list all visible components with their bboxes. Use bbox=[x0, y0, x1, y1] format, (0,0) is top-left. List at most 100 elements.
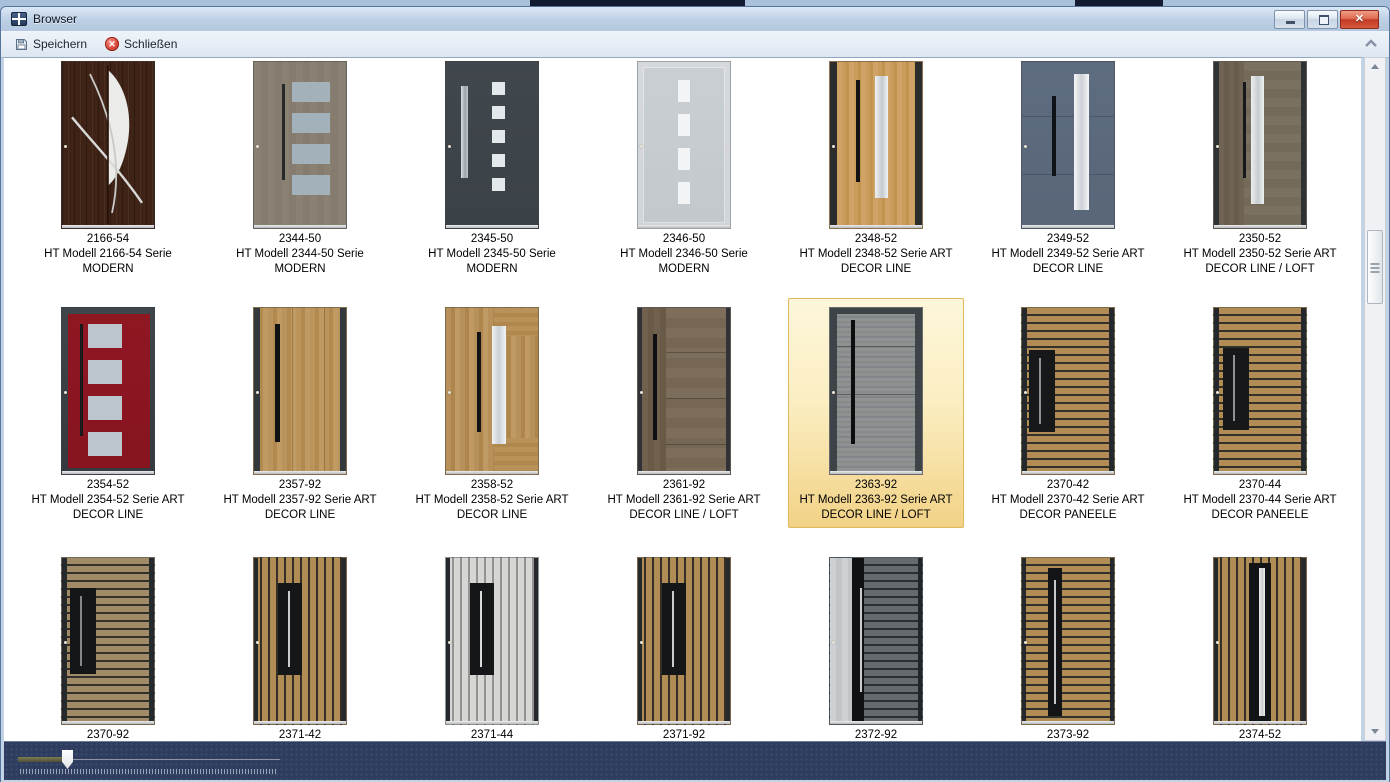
door-code: 2374-52 bbox=[1173, 728, 1347, 741]
scroll-up-button[interactable] bbox=[1365, 58, 1385, 75]
save-button[interactable]: Speichern bbox=[9, 35, 95, 53]
door-tile[interactable]: 2374-52 bbox=[1172, 554, 1348, 741]
door-thumbnail bbox=[61, 557, 155, 725]
door-model-name: HT Modell 2350-52 Serie ART bbox=[1173, 247, 1347, 262]
door-caption: 2374-52 bbox=[1173, 728, 1347, 741]
door-tile[interactable]: 2370-42 HT Modell 2370-42 Serie ART DECO… bbox=[980, 298, 1156, 528]
thumbnail-size-slider[interactable] bbox=[18, 747, 280, 775]
door-tile[interactable]: 2373-92 bbox=[980, 554, 1156, 741]
door-thumbnail bbox=[637, 557, 731, 725]
collapse-toolbar-button[interactable] bbox=[1363, 37, 1379, 51]
door-series: DECOR LINE / LOFT bbox=[1173, 262, 1347, 277]
door-tile[interactable]: 2372-92 bbox=[788, 554, 964, 741]
door-tile[interactable]: 2166-54 HT Modell 2166-54 Serie MODERN bbox=[20, 58, 196, 282]
door-tile[interactable]: 2357-92 HT Modell 2357-92 Serie ART DECO… bbox=[212, 298, 388, 528]
door-thumbnail bbox=[637, 61, 731, 229]
door-code: 2354-52 bbox=[21, 478, 195, 493]
door-code: 2344-50 bbox=[213, 232, 387, 247]
window-title: Browser bbox=[33, 12, 77, 26]
door-catalog: 2166-54 HT Modell 2166-54 Serie MODERN 2… bbox=[4, 57, 1361, 741]
door-series: MODERN bbox=[597, 262, 771, 277]
door-thumbnail bbox=[1021, 557, 1115, 725]
minimize-button[interactable] bbox=[1274, 10, 1305, 29]
door-caption: 2350-52 HT Modell 2350-52 Serie ART DECO… bbox=[1173, 232, 1347, 277]
door-thumbnail bbox=[829, 61, 923, 229]
door-series: DECOR LINE bbox=[21, 508, 195, 523]
vertical-scrollbar[interactable] bbox=[1364, 57, 1386, 741]
door-grid-row: 2166-54 HT Modell 2166-54 Serie MODERN 2… bbox=[12, 58, 1361, 282]
door-model-name: HT Modell 2363-92 Serie ART bbox=[789, 493, 963, 508]
door-tile[interactable]: 2370-92 bbox=[20, 554, 196, 741]
door-caption: 2344-50 HT Modell 2344-50 Serie MODERN bbox=[213, 232, 387, 277]
slider-thumb[interactable] bbox=[62, 750, 73, 769]
door-tile-selected[interactable]: 2363-92 HT Modell 2363-92 Serie ART DECO… bbox=[788, 298, 964, 528]
door-grid: 2166-54 HT Modell 2166-54 Serie MODERN 2… bbox=[4, 58, 1361, 741]
browser-window-icon bbox=[11, 12, 27, 26]
slider-ticks bbox=[20, 769, 278, 774]
door-tile[interactable]: 2348-52 HT Modell 2348-52 Serie ART DECO… bbox=[788, 58, 964, 282]
door-caption: 2166-54 HT Modell 2166-54 Serie MODERN bbox=[21, 232, 195, 277]
door-thumbnail bbox=[1213, 307, 1307, 475]
door-code: 2371-44 bbox=[405, 728, 579, 741]
door-series: DECOR LINE bbox=[981, 262, 1155, 277]
door-tile[interactable]: 2371-42 bbox=[212, 554, 388, 741]
door-code: 2371-92 bbox=[597, 728, 771, 741]
door-model-name: HT Modell 2348-52 Serie ART bbox=[789, 247, 963, 262]
door-tile[interactable]: 2350-52 HT Modell 2350-52 Serie ART DECO… bbox=[1172, 58, 1348, 282]
door-tile[interactable]: 2344-50 HT Modell 2344-50 Serie MODERN bbox=[212, 58, 388, 282]
door-code: 2166-54 bbox=[21, 232, 195, 247]
door-tile[interactable]: 2349-52 HT Modell 2349-52 Serie ART DECO… bbox=[980, 58, 1156, 282]
close-window-button[interactable]: ✕ bbox=[1340, 10, 1379, 29]
door-thumbnail bbox=[61, 307, 155, 475]
door-caption: 2370-42 HT Modell 2370-42 Serie ART DECO… bbox=[981, 478, 1155, 523]
door-tile[interactable]: 2354-52 HT Modell 2354-52 Serie ART DECO… bbox=[20, 298, 196, 528]
close-button[interactable]: ✕ Schließen bbox=[99, 35, 185, 53]
door-thumbnail bbox=[1213, 61, 1307, 229]
door-caption: 2370-44 HT Modell 2370-44 Serie ART DECO… bbox=[1173, 478, 1347, 523]
door-code: 2357-92 bbox=[213, 478, 387, 493]
door-tile[interactable]: 2370-44 HT Modell 2370-44 Serie ART DECO… bbox=[1172, 298, 1348, 528]
door-code: 2372-92 bbox=[789, 728, 963, 741]
door-tile[interactable]: 2371-92 bbox=[596, 554, 772, 741]
door-code: 2345-50 bbox=[405, 232, 579, 247]
door-tile[interactable]: 2358-52 HT Modell 2358-52 Serie ART DECO… bbox=[404, 298, 580, 528]
door-thumbnail bbox=[829, 307, 923, 475]
door-caption: 2348-52 HT Modell 2348-52 Serie ART DECO… bbox=[789, 232, 963, 277]
restore-icon bbox=[1319, 15, 1329, 25]
door-thumbnail bbox=[445, 557, 539, 725]
toolbar: Speichern ✕ Schließen bbox=[1, 31, 1389, 58]
door-series: DECOR PANEELE bbox=[1173, 508, 1347, 523]
restore-button[interactable] bbox=[1307, 10, 1338, 29]
scroll-down-button[interactable] bbox=[1365, 723, 1385, 740]
door-code: 2348-52 bbox=[789, 232, 963, 247]
door-series: DECOR LINE / LOFT bbox=[597, 508, 771, 523]
door-caption: 2361-92 HT Modell 2361-92 Serie ART DECO… bbox=[597, 478, 771, 523]
scrollbar-thumb[interactable] bbox=[1367, 230, 1383, 304]
door-caption: 2371-44 bbox=[405, 728, 579, 741]
door-series: DECOR LINE / LOFT bbox=[789, 508, 963, 523]
arrow-up-icon bbox=[1371, 64, 1379, 69]
browser-window: Browser ✕ Speichern ✕ Schließen bbox=[0, 6, 1390, 782]
minimize-icon bbox=[1286, 21, 1295, 24]
door-tile[interactable]: 2371-44 bbox=[404, 554, 580, 741]
door-code: 2370-44 bbox=[1173, 478, 1347, 493]
door-thumbnail bbox=[1213, 557, 1307, 725]
save-button-label: Speichern bbox=[33, 37, 87, 51]
door-thumbnail bbox=[445, 61, 539, 229]
door-tile[interactable]: 2361-92 HT Modell 2361-92 Serie ART DECO… bbox=[596, 298, 772, 528]
door-code: 2370-92 bbox=[21, 728, 195, 741]
door-caption: 2357-92 HT Modell 2357-92 Serie ART DECO… bbox=[213, 478, 387, 523]
door-tile[interactable]: 2345-50 HT Modell 2345-50 Serie MODERN bbox=[404, 58, 580, 282]
door-thumbnail bbox=[61, 61, 155, 229]
door-code: 2346-50 bbox=[597, 232, 771, 247]
door-model-name: HT Modell 2354-52 Serie ART bbox=[21, 493, 195, 508]
door-tile[interactable]: 2346-50 HT Modell 2346-50 Serie MODERN bbox=[596, 58, 772, 282]
door-caption: 2354-52 HT Modell 2354-52 Serie ART DECO… bbox=[21, 478, 195, 523]
door-caption: 2358-52 HT Modell 2358-52 Serie ART DECO… bbox=[405, 478, 579, 523]
title-bar: Browser ✕ bbox=[1, 7, 1389, 31]
door-thumbnail bbox=[1021, 307, 1115, 475]
door-thumbnail bbox=[253, 557, 347, 725]
door-model-name: HT Modell 2370-42 Serie ART bbox=[981, 493, 1155, 508]
door-series: MODERN bbox=[405, 262, 579, 277]
door-series: MODERN bbox=[21, 262, 195, 277]
